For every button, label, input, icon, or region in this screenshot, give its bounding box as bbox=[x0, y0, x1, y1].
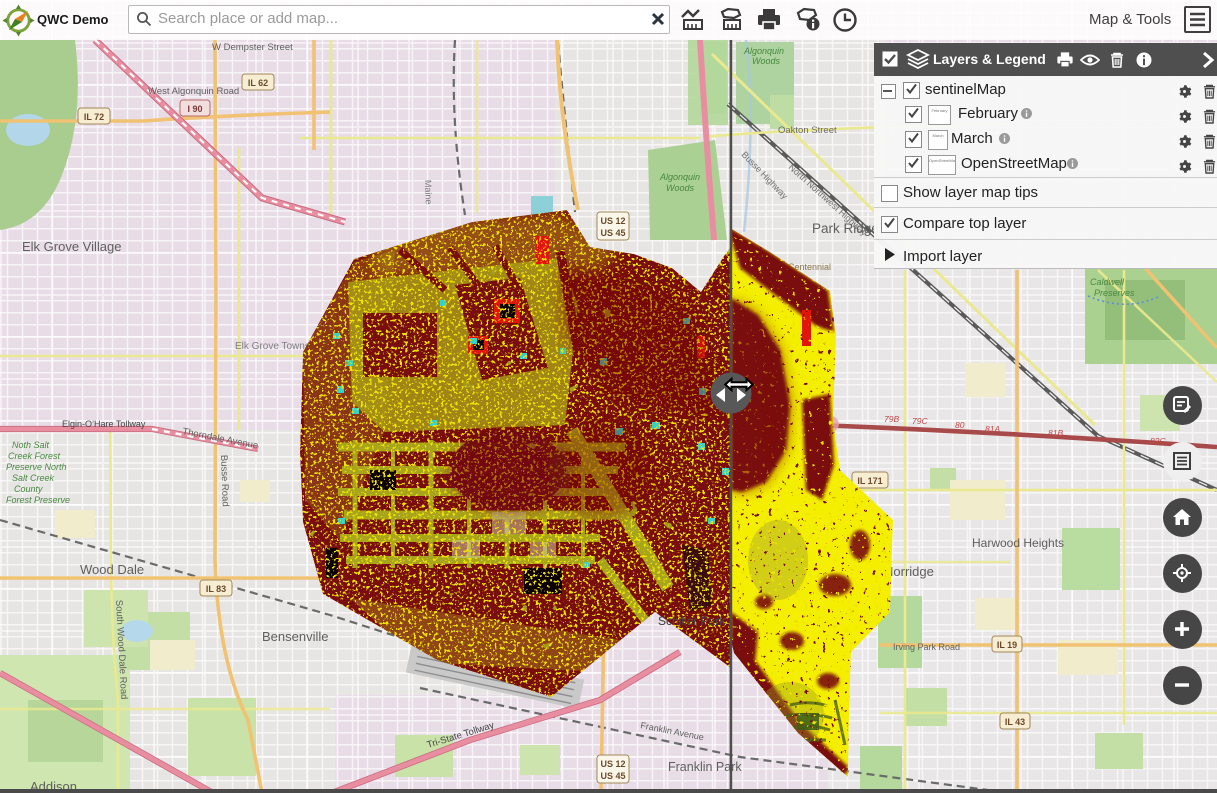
svg-text:Noth Salt: Noth Salt bbox=[12, 440, 50, 450]
svg-text:79B: 79B bbox=[884, 414, 899, 424]
svg-text:Harwood Heights: Harwood Heights bbox=[972, 536, 1064, 550]
svg-text:US 12: US 12 bbox=[600, 759, 625, 769]
svg-text:Woods: Woods bbox=[752, 56, 781, 66]
svg-text:Oakton Street: Oakton Street bbox=[778, 125, 837, 136]
svg-text:County: County bbox=[14, 484, 43, 494]
svg-text:81A: 81A bbox=[985, 424, 1000, 434]
svg-text:Busse Road: Busse Road bbox=[218, 455, 231, 507]
svg-text:Forest Preserve: Forest Preserve bbox=[6, 495, 70, 505]
svg-text:Creek Forest: Creek Forest bbox=[8, 451, 61, 461]
svg-text:Wood Dale: Wood Dale bbox=[80, 562, 144, 577]
svg-text:IL 19: IL 19 bbox=[997, 640, 1017, 650]
svg-text:IL 72: IL 72 bbox=[84, 112, 104, 122]
svg-text:Algonquin: Algonquin bbox=[743, 46, 784, 56]
svg-text:IL 43: IL 43 bbox=[1005, 717, 1025, 727]
svg-text:W Dempster Street: W Dempster Street bbox=[212, 42, 293, 53]
svg-text:Preserves: Preserves bbox=[1094, 288, 1135, 298]
svg-text:Preserve North: Preserve North bbox=[6, 462, 67, 472]
svg-text:Caldwell: Caldwell bbox=[1090, 277, 1125, 287]
svg-text:I 90: I 90 bbox=[187, 104, 202, 114]
svg-text:82C: 82C bbox=[1150, 436, 1166, 446]
svg-text:IL 62: IL 62 bbox=[248, 78, 268, 88]
svg-text:Woods: Woods bbox=[666, 183, 695, 193]
svg-text:Elk Grove Village: Elk Grove Village bbox=[22, 239, 121, 254]
svg-text:Schiller Park: Schiller Park bbox=[658, 614, 726, 628]
svg-text:Park Ridge: Park Ridge bbox=[812, 221, 879, 236]
svg-text:Elgin-O’Hare Tollway: Elgin-O’Hare Tollway bbox=[62, 419, 146, 429]
svg-text:79C: 79C bbox=[912, 416, 928, 426]
svg-text:US 12: US 12 bbox=[600, 216, 625, 226]
svg-text:81B: 81B bbox=[1048, 428, 1063, 438]
svg-text:Maine: Maine bbox=[423, 180, 434, 205]
svg-text:US 45: US 45 bbox=[600, 771, 625, 781]
svg-text:Bensenville: Bensenville bbox=[262, 629, 329, 644]
svg-text:Algonquin: Algonquin bbox=[659, 172, 700, 182]
svg-text:Salt Creek: Salt Creek bbox=[12, 473, 55, 483]
svg-text:West Algonquin Road: West Algonquin Road bbox=[148, 86, 239, 97]
svg-text:IL 171: IL 171 bbox=[857, 476, 882, 486]
svg-text:US 45: US 45 bbox=[600, 228, 625, 238]
svg-text:80: 80 bbox=[955, 420, 965, 430]
svg-text:IL 83: IL 83 bbox=[206, 584, 226, 594]
svg-text:Irving Park Road: Irving Park Road bbox=[893, 642, 960, 652]
